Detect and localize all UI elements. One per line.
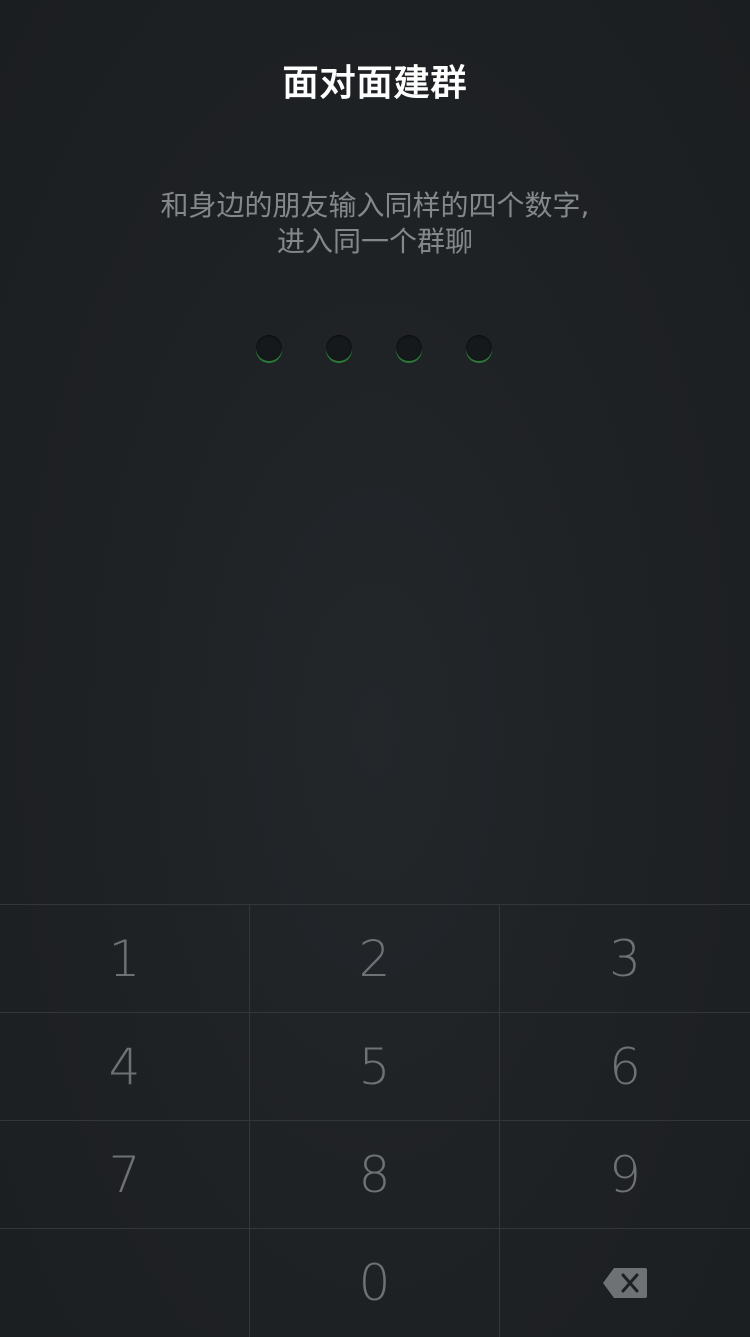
key-0[interactable]: 0: [250, 1229, 500, 1337]
keypad-row: 1 2 3: [0, 905, 750, 1013]
key-7[interactable]: 7: [0, 1121, 250, 1228]
backspace-icon: [602, 1267, 648, 1299]
pin-dot: [326, 335, 352, 361]
key-4[interactable]: 4: [0, 1013, 250, 1120]
number-keypad: 1 2 3 4 5 6 7 8 9 0: [0, 904, 750, 1337]
key-3[interactable]: 3: [500, 905, 750, 1012]
keypad-row: 0: [0, 1229, 750, 1337]
instructions: 和身边的朋友输入同样的四个数字, 进入同一个群聊: [0, 188, 750, 260]
pin-dot: [256, 335, 282, 361]
instructions-line-1: 和身边的朋友输入同样的四个数字,: [160, 189, 590, 222]
key-empty: [0, 1229, 250, 1337]
key-2[interactable]: 2: [250, 905, 500, 1012]
instructions-line-2: 进入同一个群聊: [276, 225, 473, 258]
pin-indicator: [256, 335, 494, 363]
page-title: 面对面建群: [282, 63, 468, 104]
pin-dot: [396, 335, 422, 361]
keypad-row: 7 8 9: [0, 1121, 750, 1229]
backspace-button[interactable]: [500, 1229, 750, 1337]
key-1[interactable]: 1: [0, 905, 250, 1012]
key-8[interactable]: 8: [250, 1121, 500, 1228]
pin-dot: [466, 335, 492, 361]
key-6[interactable]: 6: [500, 1013, 750, 1120]
key-5[interactable]: 5: [250, 1013, 500, 1120]
keypad-row: 4 5 6: [0, 1013, 750, 1121]
key-9[interactable]: 9: [500, 1121, 750, 1228]
